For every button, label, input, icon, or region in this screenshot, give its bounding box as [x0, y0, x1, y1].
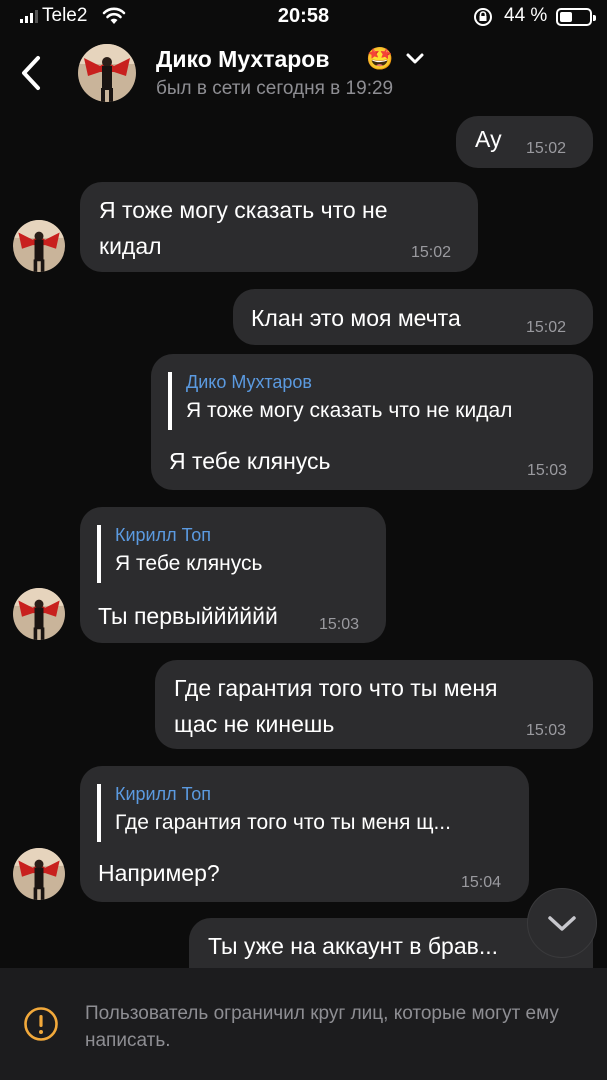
reply-text: Я тоже могу сказать что не кидал: [186, 399, 513, 422]
status-bar: Tele2 20:58 44 %: [0, 0, 607, 34]
incoming-message[interactable]: Я тоже могу сказать что не кидал 15:02: [80, 182, 478, 272]
sender-avatar[interactable]: [13, 848, 65, 900]
reply-text: Где гарантия того что ты меня щ...: [115, 811, 451, 834]
last-seen-status: был в сети сегодня в 19:29: [156, 78, 394, 99]
rotation-lock-icon: [474, 8, 492, 26]
message-text: Например?: [98, 860, 220, 886]
message-text: Клан это моя мечта: [251, 305, 461, 331]
reply-author: Кирилл Топ: [115, 784, 211, 804]
restricted-messaging-notice: Пользователь ограничил круг лиц, которые…: [0, 968, 607, 1080]
reply-text: Я тебе клянусь: [115, 552, 263, 575]
message-time: 15:03: [527, 462, 568, 479]
outgoing-message[interactable]: Ау 15:02: [456, 116, 593, 168]
outgoing-message[interactable]: Дико Мухтаров Я тоже могу сказать что не…: [151, 354, 593, 490]
message-text: Ты уже на аккаунт в брав...: [208, 933, 499, 959]
battery-icon: [556, 8, 596, 26]
star-struck-emoji: 🤩: [366, 46, 394, 71]
message-time: 15:02: [526, 319, 567, 336]
back-chevron-icon[interactable]: [12, 48, 52, 98]
message-time: 15:02: [526, 140, 567, 157]
reply-quote[interactable]: Кирилл Топ Где гарантия того что ты меня…: [97, 784, 451, 842]
reply-quote[interactable]: Кирилл Топ Я тебе клянусь: [97, 525, 262, 583]
chevron-down-icon: [548, 916, 576, 931]
message-time: 15:03: [526, 722, 567, 739]
battery-percentage: 44 %: [504, 5, 548, 26]
sender-avatar[interactable]: [13, 588, 65, 640]
reply-author: Дико Мухтаров: [186, 372, 312, 392]
message-text: Я тебе клянусь: [169, 448, 331, 474]
incoming-message[interactable]: Кирилл Топ Я тебе клянусь Ты первыйййййй…: [80, 507, 386, 643]
reply-author: Кирилл Топ: [115, 525, 211, 545]
sender-avatar[interactable]: [13, 220, 65, 272]
reply-quote[interactable]: Дико Мухтаров Я тоже могу сказать что не…: [168, 372, 512, 430]
outgoing-message[interactable]: Клан это моя мечта 15:02: [233, 289, 593, 345]
message-time: 15:04: [461, 874, 502, 891]
contact-avatar[interactable]: [78, 44, 136, 102]
chevron-down-icon[interactable]: [404, 52, 426, 66]
message-text-line: Где гарантия того что ты меня: [174, 675, 498, 701]
message-text: Ау: [475, 126, 502, 152]
message-time: 15:03: [319, 616, 360, 633]
scroll-down-button[interactable]: [527, 888, 597, 958]
notice-text: Пользователь ограничил круг лиц, которые…: [85, 1003, 559, 1051]
message-time: 15:02: [411, 244, 452, 261]
contact-name[interactable]: Дико Мухтаров: [156, 46, 330, 73]
message-text-line: Я тоже могу сказать что не: [99, 197, 388, 223]
message-list[interactable]: Ау 15:02 Я тоже могу сказать что не кида…: [0, 116, 607, 968]
message-text-line: щас не кинешь: [174, 711, 335, 737]
message-text: Ты первыйййййй: [98, 603, 278, 629]
message-text-line: кидал: [99, 233, 162, 259]
outgoing-message[interactable]: Где гарантия того что ты меня щас не кин…: [155, 660, 593, 749]
incoming-message[interactable]: Кирилл Топ Где гарантия того что ты меня…: [80, 766, 529, 902]
warning-icon: [24, 1007, 58, 1041]
chat-header: Дико Мухтаров 🤩 был в сети сегодня в 19:…: [0, 34, 607, 116]
